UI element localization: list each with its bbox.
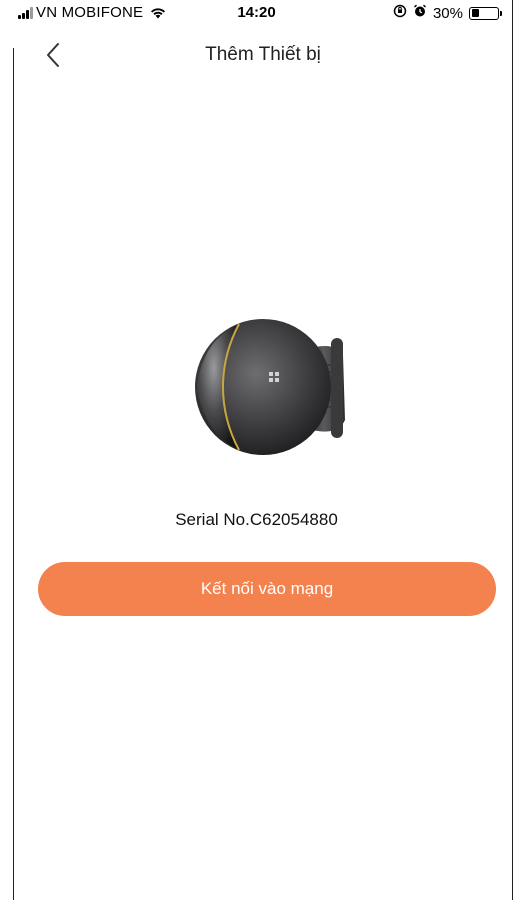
camera-device-image <box>185 310 355 460</box>
battery-tip <box>500 10 502 16</box>
battery-icon <box>469 6 502 20</box>
status-bar: VN MOBIFONE 14:20 30% <box>0 0 513 24</box>
orientation-lock-icon <box>393 4 407 22</box>
alarm-icon <box>413 4 427 22</box>
page-title: Thêm Thiết bị <box>205 44 321 65</box>
battery-percent: 30% <box>432 4 463 22</box>
connect-network-button[interactable]: Kết nối vào mạng <box>38 562 496 616</box>
battery-level <box>471 9 479 17</box>
navigation-bar: Thêm Thiết bị <box>14 30 512 80</box>
screen-border-left <box>13 48 14 900</box>
status-right: 30% <box>393 4 502 22</box>
add-device-screen: VN MOBIFONE 14:20 30% Thêm Thiết bị Seri… <box>0 0 513 900</box>
serial-number: Serial No.C62054880 <box>175 510 338 529</box>
